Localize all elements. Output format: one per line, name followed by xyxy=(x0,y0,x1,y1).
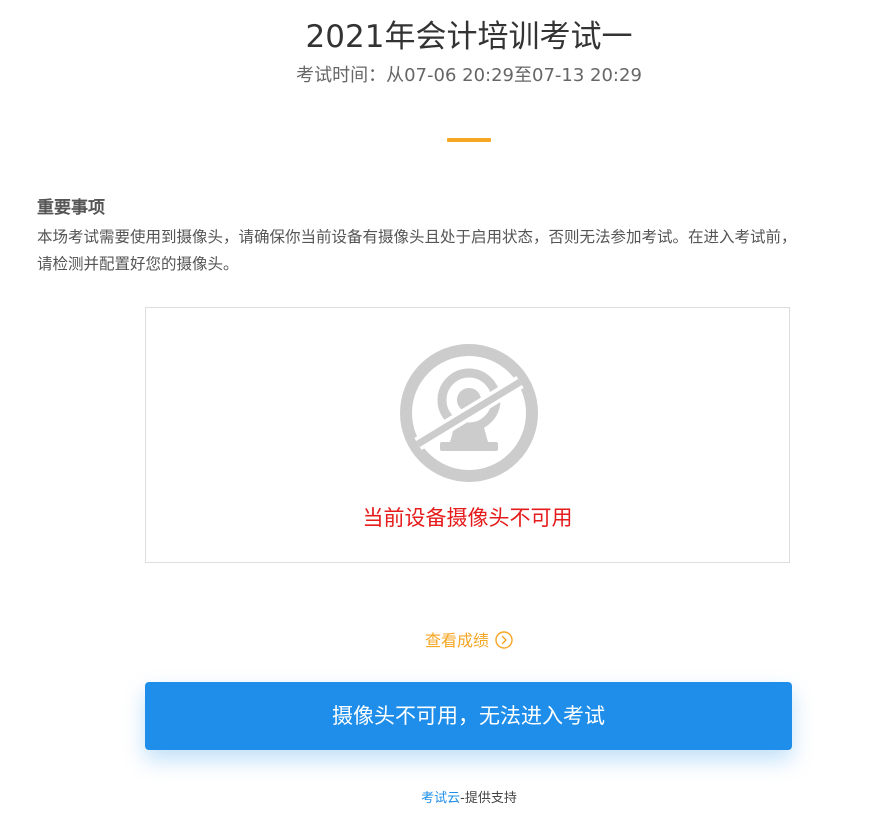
notice-body: 本场考试需要使用到摄像头，请确保你当前设备有摄像头且处于启用状态，否则无法参加考… xyxy=(37,224,896,278)
notice-line-1: 本场考试需要使用到摄像头，请确保你当前设备有摄像头且处于启用状态，否则无法参加考… xyxy=(37,228,797,246)
chevron-right-circle-icon xyxy=(495,630,513,649)
view-results-label: 查看成绩 xyxy=(424,631,489,650)
exam-entry-page: 2021年会计培训考试一 考试时间：从07-06 20:29至07-13 20:… xyxy=(0,0,896,814)
exam-time: 考试时间：从07-06 20:29至07-13 20:29 xyxy=(296,65,642,86)
footer-suffix: -提供支持 xyxy=(460,791,517,806)
page-title: 2021年会计培训考试一 xyxy=(305,19,633,55)
camera-disabled-icon xyxy=(400,344,538,482)
notice-section: 重要事项 本场考试需要使用到摄像头，请确保你当前设备有摄像头且处于启用状态，否则… xyxy=(37,196,896,278)
camera-preview: 当前设备摄像头不可用 xyxy=(145,307,790,563)
footer-brand-link[interactable]: 考试云 xyxy=(421,791,460,806)
camera-error-text: 当前设备摄像头不可用 xyxy=(362,506,573,530)
accent-divider xyxy=(447,138,491,142)
view-results-link[interactable]: 查看成绩 xyxy=(0,629,896,653)
enter-exam-button[interactable]: 摄像头不可用，无法进入考试 xyxy=(145,682,792,750)
footer: 考试云-提供支持 xyxy=(0,788,896,810)
notice-title: 重要事项 xyxy=(37,198,105,218)
notice-line-2: 请检测并配置好您的摄像头。 xyxy=(37,255,239,273)
